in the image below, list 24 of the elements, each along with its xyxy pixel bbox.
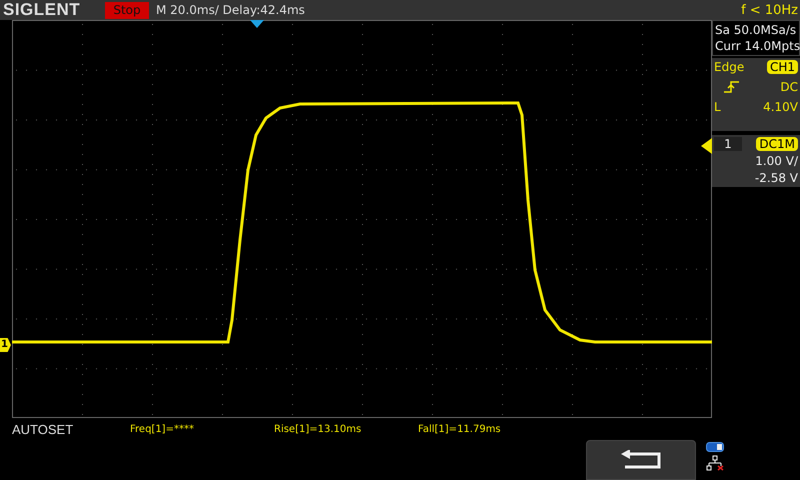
channel-marker: 1 xyxy=(0,338,11,352)
trigger-level: 4.10V xyxy=(763,100,798,114)
network-disconnected-icon xyxy=(706,455,724,471)
memory-depth: Curr 14.0Mpts xyxy=(715,39,797,53)
status-message: AUTOSET xyxy=(12,422,74,436)
channel-number[interactable]: 1 xyxy=(714,137,742,151)
back-button[interactable] xyxy=(586,440,696,480)
brand-logo: SIGLENT xyxy=(2,0,82,20)
trigger-source: CH1 xyxy=(766,60,798,74)
trigger-type: Edge xyxy=(714,60,744,74)
trigger-level-label: L xyxy=(714,100,721,114)
usb-storage-icon xyxy=(706,442,724,452)
channel-offset: -2.58 V xyxy=(754,171,798,185)
channel-scale: 1.00 V/ xyxy=(754,154,798,168)
trigger-coupling: DC xyxy=(780,80,798,94)
measurement-readout: Fall[1]=11.79ms xyxy=(418,424,502,434)
measurement-readout: Rise[1]=13.10ms xyxy=(274,424,362,434)
trigger-frequency: f < 10Hz xyxy=(741,2,799,18)
timebase-label: M 20.0ms/ Delay:42.4ms xyxy=(156,3,305,17)
return-arrow-icon xyxy=(619,450,663,470)
measurement-readout: Freq[1]=**** xyxy=(130,424,195,434)
sample-rate: Sa 50.0MSa/s xyxy=(715,23,797,37)
channel-coupling: DC1M xyxy=(756,137,798,151)
rising-edge-icon xyxy=(724,81,740,93)
